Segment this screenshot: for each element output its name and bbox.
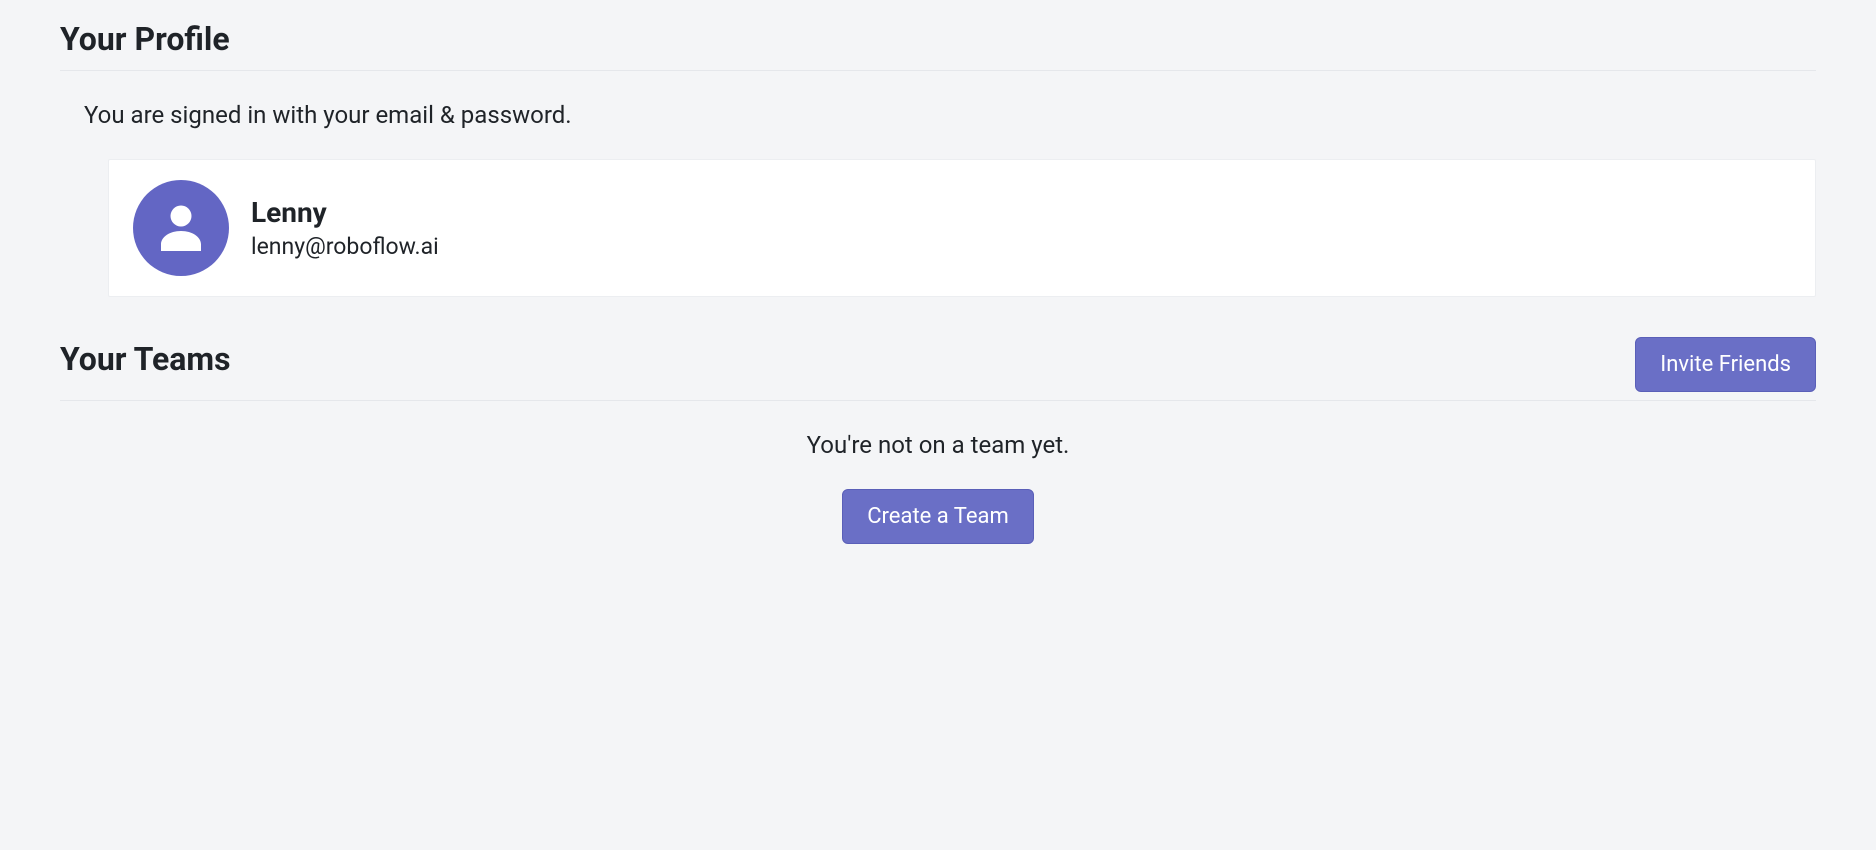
invite-friends-button[interactable]: Invite Friends bbox=[1635, 337, 1816, 392]
avatar bbox=[133, 180, 229, 276]
divider bbox=[60, 400, 1816, 401]
create-team-button[interactable]: Create a Team bbox=[842, 489, 1034, 544]
divider bbox=[60, 70, 1816, 71]
profile-email: lenny@roboflow.ai bbox=[251, 233, 439, 260]
person-icon bbox=[151, 196, 211, 260]
teams-heading: Your Teams bbox=[60, 340, 231, 378]
teams-empty-state: You're not on a team yet. Create a Team bbox=[60, 431, 1816, 544]
profile-info: Lenny lenny@roboflow.ai bbox=[251, 196, 439, 260]
signin-status-text: You are signed in with your email & pass… bbox=[84, 101, 1816, 129]
profile-heading: Your Profile bbox=[60, 20, 1816, 58]
profile-card: Lenny lenny@roboflow.ai bbox=[108, 159, 1816, 297]
teams-header-row: Your Teams Invite Friends bbox=[60, 337, 1816, 392]
profile-name: Lenny bbox=[251, 196, 439, 229]
teams-empty-text: You're not on a team yet. bbox=[60, 431, 1816, 459]
